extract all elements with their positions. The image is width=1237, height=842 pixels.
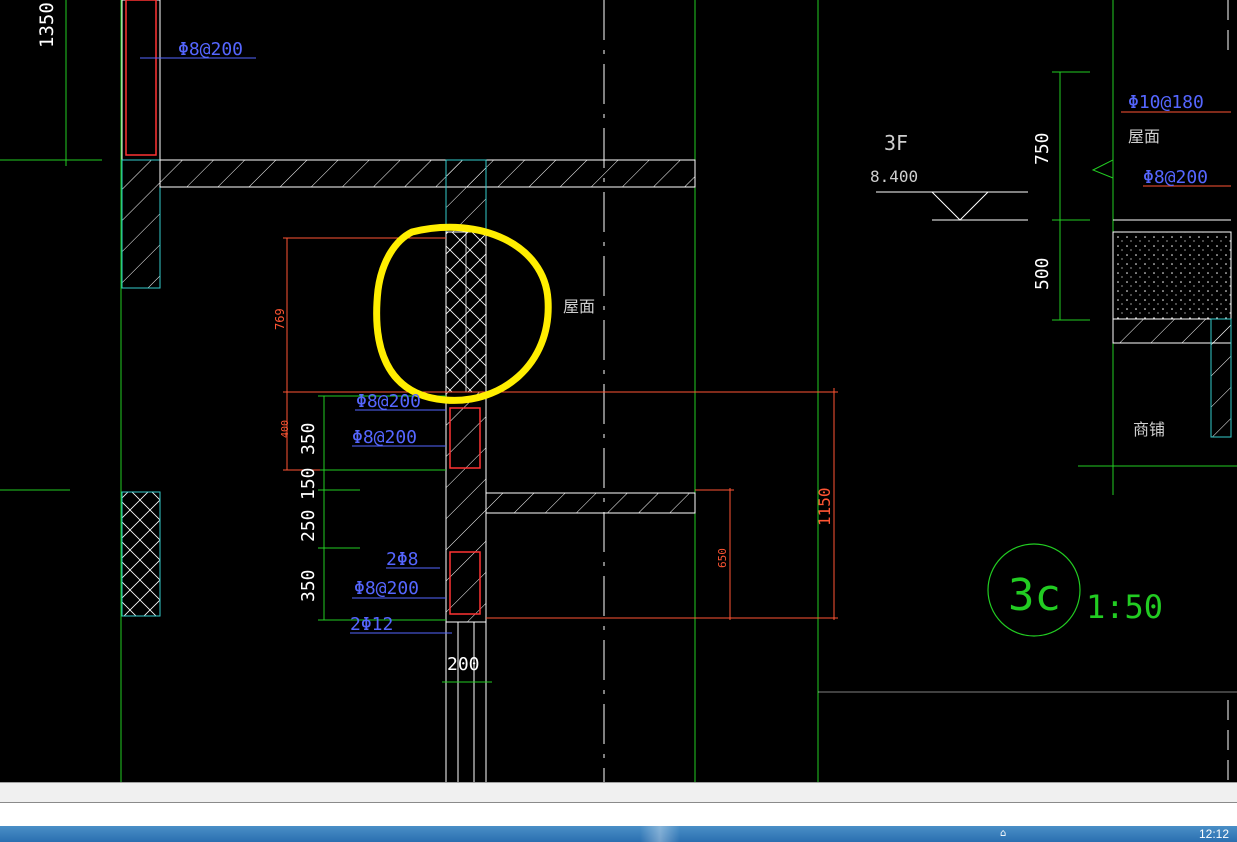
- rebar-top-left: Φ8@200: [178, 39, 243, 60]
- rebar-mid-3: Φ8@200: [354, 578, 419, 599]
- roof-label-mid: 屋面: [563, 297, 595, 316]
- roof-slab-lower: [485, 492, 696, 514]
- dim-1350: 1350: [36, 2, 58, 48]
- right-detail: [1091, 111, 1232, 438]
- level-marker: [876, 191, 1028, 221]
- rebar-leaders: [140, 57, 452, 634]
- rebar-2phi12: 2Φ12: [350, 614, 393, 635]
- green-dimensions: [65, 0, 1090, 683]
- detail-id: 3c: [1008, 570, 1061, 621]
- grid-lines: [0, 0, 1237, 782]
- dim-750: 750: [1032, 132, 1053, 165]
- level-elevation: 8.400: [870, 167, 918, 186]
- rebar-mid-1: Φ8@200: [356, 391, 421, 412]
- left-column-lower: [121, 491, 161, 617]
- level-3f: 3F: [884, 131, 908, 155]
- dim-350-top: 350: [298, 422, 319, 455]
- detail-scale: 1:50: [1086, 588, 1163, 626]
- dim-1150: 1150: [815, 487, 834, 526]
- shop-label: 商铺: [1133, 420, 1165, 439]
- rebar-right-2: Φ8@200: [1143, 167, 1208, 188]
- roof-slab-top: [159, 159, 696, 188]
- dim-150: 150: [298, 467, 319, 500]
- status-bar: [0, 782, 1237, 803]
- dim-250: 250: [298, 509, 319, 542]
- dim-400: 400: [280, 420, 291, 438]
- cad-drawing: 1350 Φ8@200 3F 8.400 750 500 Φ10@180 屋面 …: [0, 0, 1237, 782]
- windows-taskbar: ⌂ 12:12: [0, 826, 1237, 842]
- rebar-2phi8: 2Φ8: [386, 549, 419, 570]
- dim-500: 500: [1032, 257, 1053, 290]
- dim-200: 200: [447, 654, 480, 675]
- left-column-top: [121, 0, 161, 289]
- cad-drawing-canvas[interactable]: 1350 Φ8@200 3F 8.400 750 500 Φ10@180 屋面 …: [0, 0, 1237, 782]
- taskbar-glass: [640, 826, 680, 842]
- taskbar-clock[interactable]: 12:12: [1199, 827, 1229, 841]
- command-line[interactable]: [0, 802, 1237, 827]
- rebar-right-1: Φ10@180: [1128, 92, 1204, 113]
- rebar-mid-2: Φ8@200: [352, 427, 417, 448]
- tray-icon[interactable]: ⌂: [1000, 828, 1006, 839]
- dim-650: 650: [716, 548, 729, 568]
- dim-350-bot: 350: [298, 569, 319, 602]
- dim-769: 769: [273, 308, 287, 330]
- roof-label-right: 屋面: [1128, 127, 1160, 146]
- parapet-wall: [445, 159, 487, 782]
